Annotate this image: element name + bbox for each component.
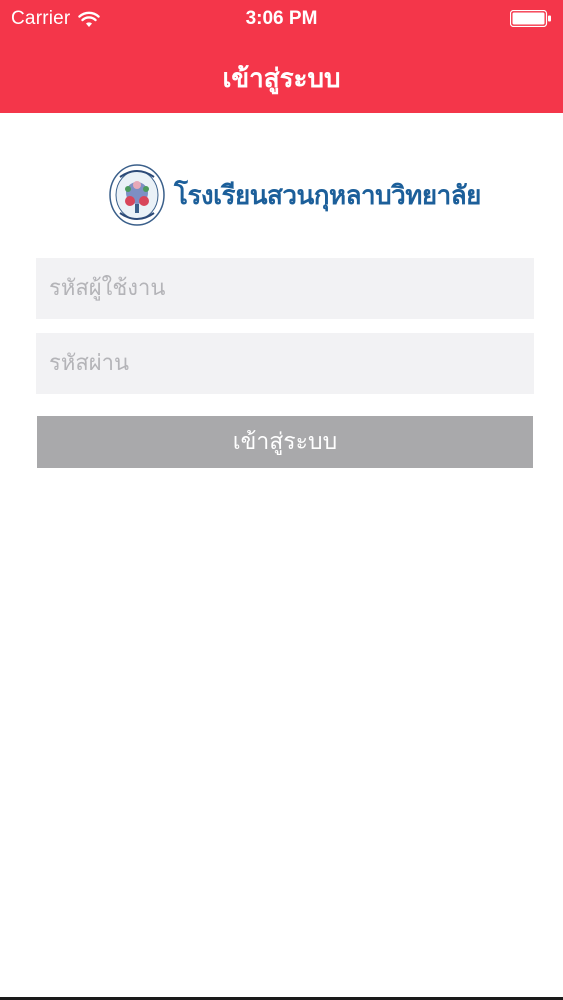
app-header: Carrier 3:06 PM เข้าสู่ระบบ xyxy=(0,0,563,113)
school-logo: โรงเรียนสวนกุหลาบวิทยาลัย xyxy=(108,162,481,228)
status-time: 3:06 PM xyxy=(245,8,318,29)
login-screen: Carrier 3:06 PM เข้าสู่ระบบ โรงเรียนสวนก… xyxy=(0,0,563,1000)
username-input[interactable] xyxy=(36,258,534,319)
school-name: โรงเรียนสวนกุหลาบวิทยาลัย xyxy=(174,180,481,211)
page-title: เข้าสู่ระบบ xyxy=(222,64,341,94)
school-seal-icon xyxy=(109,164,165,226)
login-button[interactable]: เข้าสู่ระบบ xyxy=(37,416,533,468)
status-bar: Carrier 3:06 PM xyxy=(0,0,563,40)
battery-icon xyxy=(510,10,551,27)
password-input[interactable] xyxy=(36,333,534,394)
